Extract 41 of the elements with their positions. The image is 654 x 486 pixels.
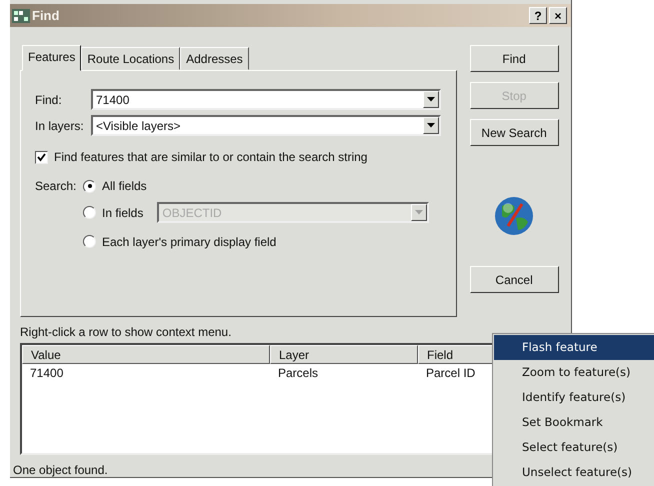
dialog-button[interactable]: Find bbox=[470, 45, 559, 72]
field-label: In layers: bbox=[35, 118, 85, 133]
hint-text: Right-click a row to show context menu. bbox=[19, 324, 232, 340]
help-button[interactable]: ? bbox=[529, 7, 547, 24]
tab[interactable]: Route Locations bbox=[81, 47, 180, 70]
tab[interactable]: Addresses bbox=[180, 47, 249, 70]
menu-item[interactable]: Set Bookmark bbox=[494, 410, 654, 435]
radio-button[interactable] bbox=[83, 235, 96, 248]
field-label: Find: bbox=[35, 92, 63, 107]
radio-label: In fields bbox=[102, 206, 144, 220]
close-button[interactable]: × bbox=[549, 7, 567, 24]
radio-label: Each layer's primary display field bbox=[102, 234, 276, 249]
window-title: Find bbox=[32, 8, 60, 24]
dropdown-button[interactable] bbox=[423, 91, 440, 108]
caret-icon bbox=[415, 210, 424, 216]
grid-icon bbox=[12, 8, 30, 23]
status-text: One object found. bbox=[13, 463, 108, 477]
search-label: Search: bbox=[35, 178, 75, 196]
globe-icon bbox=[494, 196, 534, 236]
menu-item[interactable]: Identify feature(s) bbox=[494, 385, 654, 410]
radio-label: All fields bbox=[102, 179, 147, 194]
column-header[interactable]: Value bbox=[22, 345, 270, 364]
checkbox-label: Find features that are similar to or contain the search string bbox=[54, 150, 368, 164]
caret-icon bbox=[427, 123, 436, 128]
dropdown-button[interactable] bbox=[423, 117, 440, 134]
menu-item[interactable]: Flash feature bbox=[494, 335, 654, 360]
table-cell-text: Parcels bbox=[277, 366, 320, 380]
table-cell-text: Parcel ID bbox=[425, 366, 476, 380]
layers-combobox[interactable]: <Visible layers> bbox=[91, 115, 442, 136]
dialog-button[interactable]: New Search bbox=[470, 119, 559, 146]
table-cell-text: 71400 bbox=[29, 366, 64, 380]
column-header[interactable]: Layer bbox=[270, 345, 418, 364]
menu-item[interactable]: Select feature(s) bbox=[494, 435, 654, 460]
checkbox[interactable] bbox=[35, 150, 48, 164]
radio-button[interactable] bbox=[83, 206, 96, 220]
cancel-button[interactable]: Cancel bbox=[470, 266, 559, 294]
find-combobox[interactable]: 71400 bbox=[91, 89, 442, 110]
menu-item[interactable]: Unselect feature(s) bbox=[494, 460, 654, 485]
caret-icon bbox=[427, 97, 436, 102]
tab[interactable]: Features bbox=[22, 45, 82, 72]
radio-button[interactable] bbox=[83, 180, 96, 193]
